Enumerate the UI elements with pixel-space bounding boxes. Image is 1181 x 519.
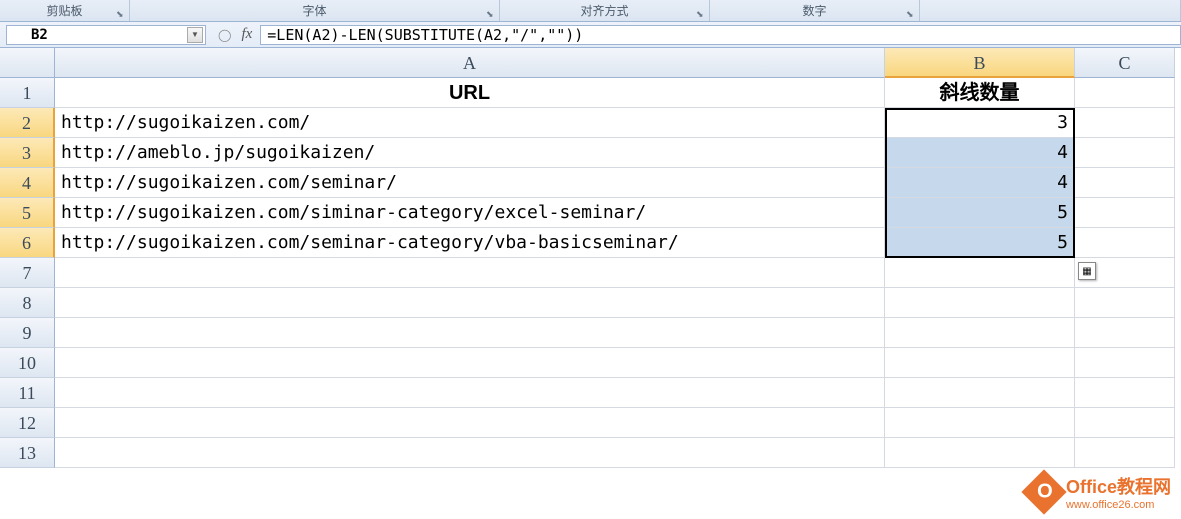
row-header[interactable]: 10 <box>0 348 55 378</box>
cell[interactable] <box>885 408 1075 438</box>
fx-icon[interactable]: fx <box>241 26 252 43</box>
cell-A3[interactable]: http://ameblo.jp/sugoikaizen/ <box>55 138 885 168</box>
dialog-launcher-icon[interactable]: ⬊ <box>906 9 916 19</box>
cell[interactable] <box>885 318 1075 348</box>
cell[interactable] <box>1075 378 1175 408</box>
ribbon-label: 数字 <box>802 2 826 19</box>
row-header[interactable]: 9 <box>0 318 55 348</box>
row-header[interactable]: 3 <box>0 138 55 168</box>
dialog-launcher-icon[interactable]: ⬊ <box>696 9 706 19</box>
cell[interactable] <box>885 258 1075 288</box>
autofill-options-icon[interactable]: ▦ <box>1078 262 1096 280</box>
cell-B6[interactable]: 5 <box>885 228 1075 258</box>
cell[interactable] <box>55 408 885 438</box>
cell-C2[interactable] <box>1075 108 1175 138</box>
ribbon-group-clipboard: 剪贴板 ⬊ <box>0 0 130 21</box>
cell-B1[interactable]: 斜线数量 <box>885 78 1075 108</box>
row-header[interactable]: 11 <box>0 378 55 408</box>
ribbon-group-spacer <box>920 0 1181 21</box>
cell[interactable] <box>55 348 885 378</box>
cell-A1[interactable]: URL <box>55 78 885 108</box>
row-header[interactable]: 2 <box>0 108 55 138</box>
cell[interactable] <box>1075 438 1175 468</box>
cell[interactable] <box>55 258 885 288</box>
formula-bar-buttons: ◯ <box>212 28 237 42</box>
cell[interactable] <box>885 288 1075 318</box>
cell[interactable] <box>55 378 885 408</box>
cell-B3[interactable]: 4 <box>885 138 1075 168</box>
row-header[interactable]: 13 <box>0 438 55 468</box>
watermark-text: Office教程网 www.office26.com <box>1066 473 1171 511</box>
cell[interactable] <box>1075 408 1175 438</box>
cell-C3[interactable] <box>1075 138 1175 168</box>
ribbon-group-labels: 剪贴板 ⬊ 字体 ⬊ 对齐方式 ⬊ 数字 ⬊ <box>0 0 1181 22</box>
column-header-A[interactable]: A <box>55 48 885 78</box>
row-header[interactable]: 12 <box>0 408 55 438</box>
cell-A6[interactable]: http://sugoikaizen.com/seminar-category/… <box>55 228 885 258</box>
cell[interactable] <box>885 348 1075 378</box>
column-header-B[interactable]: B <box>885 48 1075 78</box>
cell-A2[interactable]: http://sugoikaizen.com/ <box>55 108 885 138</box>
watermark-title: Office教程网 <box>1066 477 1171 497</box>
ribbon-group-number: 数字 ⬊ <box>710 0 920 21</box>
cell[interactable] <box>1075 348 1175 378</box>
cell-C1[interactable] <box>1075 78 1175 108</box>
column-header-C[interactable]: C <box>1075 48 1175 78</box>
cell-A5[interactable]: http://sugoikaizen.com/siminar-category/… <box>55 198 885 228</box>
cell-A4[interactable]: http://sugoikaizen.com/seminar/ <box>55 168 885 198</box>
cell-C5[interactable] <box>1075 198 1175 228</box>
row-header[interactable]: 6 <box>0 228 55 258</box>
cell[interactable] <box>885 378 1075 408</box>
row-header[interactable]: 8 <box>0 288 55 318</box>
name-box[interactable]: B2 ▼ <box>6 25 206 45</box>
formula-bar: B2 ▼ ◯ fx =LEN(A2)-LEN(SUBSTITUTE(A2,"/"… <box>0 22 1181 48</box>
row-header[interactable]: 4 <box>0 168 55 198</box>
cell[interactable] <box>55 288 885 318</box>
cell[interactable] <box>55 438 885 468</box>
cell[interactable] <box>885 438 1075 468</box>
formula-text: =LEN(A2)-LEN(SUBSTITUTE(A2,"/","")) <box>267 26 583 44</box>
name-box-value: B2 <box>7 27 48 43</box>
circle-icon: ◯ <box>218 28 231 42</box>
ribbon-label: 对齐方式 <box>580 2 628 19</box>
cell[interactable] <box>55 318 885 348</box>
watermark-url: www.office26.com <box>1066 499 1171 511</box>
cell[interactable] <box>1075 318 1175 348</box>
ribbon-group-font: 字体 ⬊ <box>130 0 500 21</box>
ribbon-label: 字体 <box>302 2 326 19</box>
watermark: Office教程网 www.office26.com <box>1028 473 1171 511</box>
cell-C4[interactable] <box>1075 168 1175 198</box>
chevron-down-icon[interactable]: ▼ <box>187 27 203 43</box>
row-header[interactable]: 7 <box>0 258 55 288</box>
cell-B2[interactable]: 3 <box>885 108 1075 138</box>
dialog-launcher-icon[interactable]: ⬊ <box>486 9 496 19</box>
formula-input[interactable]: =LEN(A2)-LEN(SUBSTITUTE(A2,"/","")) <box>260 25 1181 45</box>
cell-C6[interactable] <box>1075 228 1175 258</box>
row-header[interactable]: 1 <box>0 78 55 108</box>
ribbon-label: 剪贴板 <box>46 2 82 19</box>
dialog-launcher-icon[interactable]: ⬊ <box>116 9 126 19</box>
ribbon-group-alignment: 对齐方式 ⬊ <box>500 0 710 21</box>
cell[interactable] <box>1075 288 1175 318</box>
office-logo-icon <box>1021 469 1066 514</box>
select-all-corner[interactable] <box>0 48 55 78</box>
spreadsheet-grid[interactable]: A B C 1 URL 斜线数量 2 http://sugoikaizen.co… <box>0 48 1181 468</box>
cell-B4[interactable]: 4 <box>885 168 1075 198</box>
cell-B5[interactable]: 5 <box>885 198 1075 228</box>
row-header[interactable]: 5 <box>0 198 55 228</box>
